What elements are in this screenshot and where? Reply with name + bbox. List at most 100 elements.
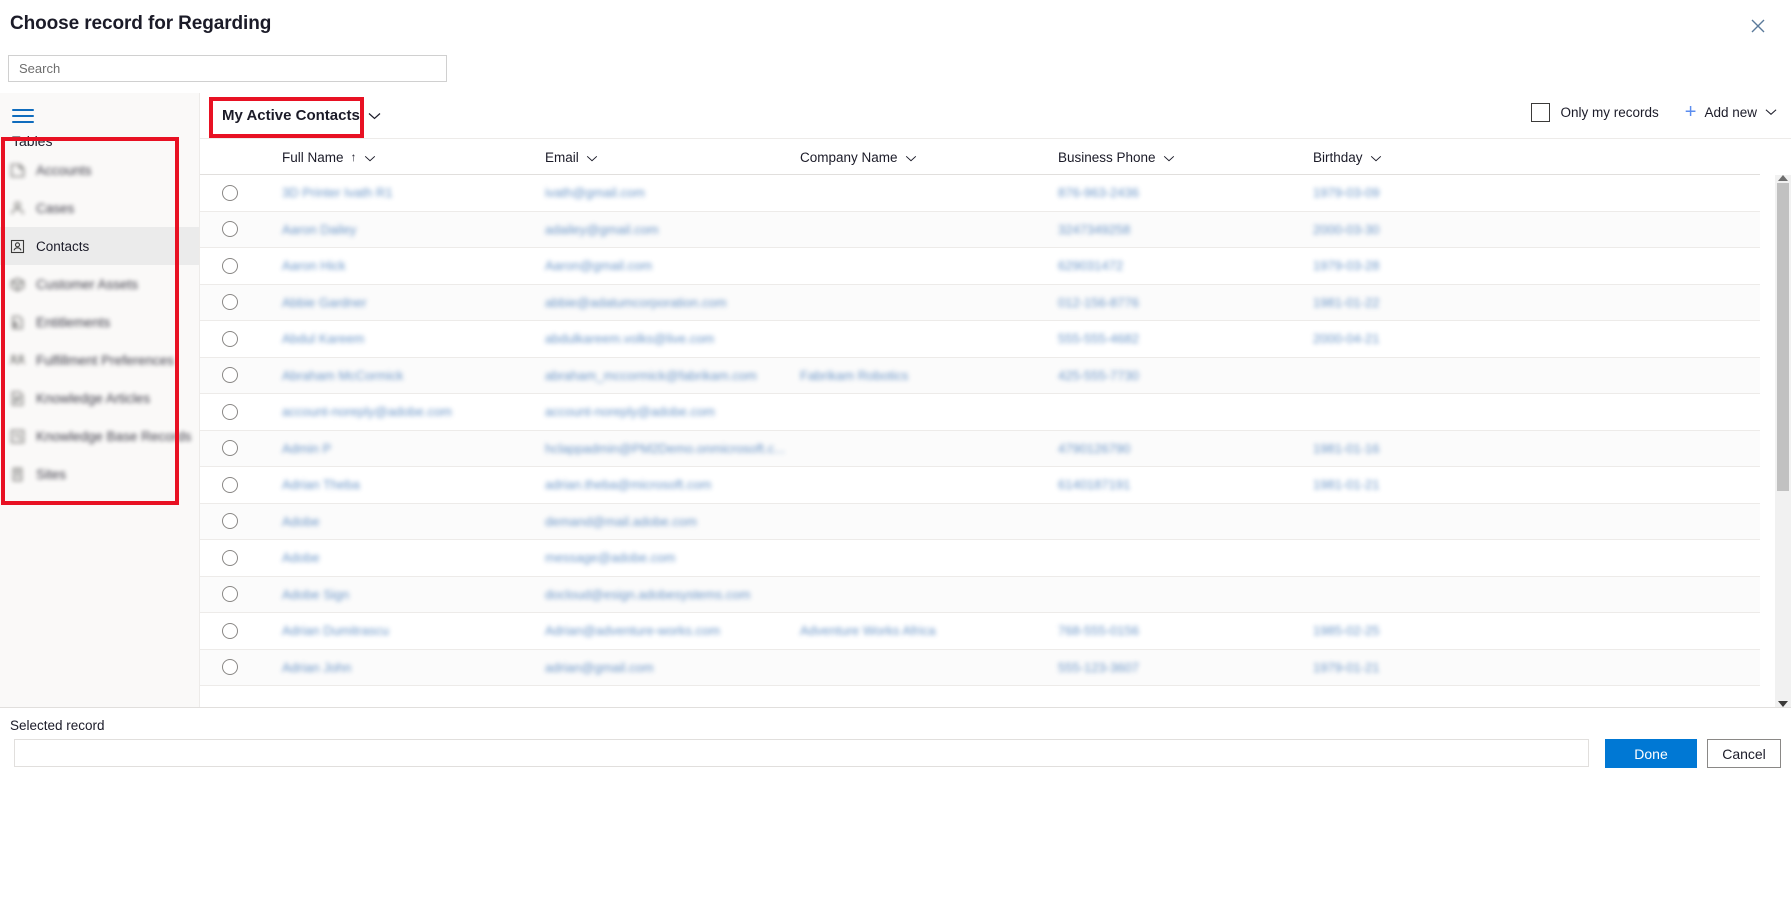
table-row[interactable]: Aaron Hick Aaron@gmail.com 629031472 1979-0… — [200, 248, 1760, 285]
cell-business-phone: 6140187191 — [1058, 477, 1131, 493]
cell-email: adailey@gmail.com — [545, 221, 659, 237]
only-my-records-checkbox[interactable] — [1531, 102, 1551, 122]
table-row[interactable]: account-noreply@adobe.com account-noreply… — [200, 394, 1760, 431]
search-input[interactable] — [9, 56, 446, 81]
row-radio[interactable] — [222, 184, 238, 201]
cell-birthday: 2000-03-30 — [1313, 221, 1380, 237]
column-header-full-name[interactable]: Full Name ↑ — [282, 139, 376, 175]
cell-email: docloud@esign.adobesystems.com — [545, 586, 751, 602]
scroll-up-arrow-icon[interactable] — [1778, 175, 1788, 181]
cell-full-name: Abbie Gardner — [282, 294, 367, 310]
cell-email: adrian.theba@microsoft.com — [545, 477, 712, 493]
sidebar-item-label: Sites — [36, 466, 67, 482]
table-row[interactable]: 3D Printer Ivath R1 ivath@gmail.com 876-96… — [200, 175, 1760, 212]
sidebar-item-cases[interactable]: Cases — [0, 189, 199, 227]
entitlement-icon — [8, 313, 26, 331]
row-radio[interactable] — [222, 440, 238, 457]
table-row[interactable]: Abraham McCormick abraham_mccormick@fabri… — [200, 357, 1760, 394]
table-row[interactable]: Abbie Gardner abbie@adatumcorporation.com… — [200, 284, 1760, 321]
only-my-records-label: Only my records — [1560, 104, 1659, 120]
sidebar-item-label: Knowledge Base Records — [36, 428, 192, 444]
table-row[interactable]: Adrian John adrian@gmail.com 555-123-3607 1… — [200, 649, 1760, 686]
cell-birthday: 1981-01-22 — [1313, 294, 1380, 310]
only-my-records-toggle[interactable]: Only my records — [1531, 102, 1659, 122]
sidebar-item-customer-assets[interactable]: Customer Assets — [0, 265, 199, 303]
table-row[interactable]: Adobe Sign docloud@esign.adobesystems.com — [200, 576, 1760, 613]
cell-business-phone: 629031472 — [1058, 258, 1124, 274]
sidebar-item-contacts[interactable]: Contacts — [0, 227, 199, 265]
row-radio[interactable] — [222, 513, 238, 530]
column-header-email[interactable]: Email — [545, 139, 598, 175]
row-radio[interactable] — [222, 257, 238, 274]
sidebar-item-fulfillment-preferences[interactable]: Fulfillment Preferences — [0, 341, 199, 379]
row-radio[interactable] — [222, 659, 238, 676]
cell-full-name: Adobe Sign — [282, 586, 350, 602]
sidebar-item-label: Cases — [36, 200, 75, 216]
column-header-label: Business Phone — [1058, 149, 1156, 165]
cell-full-name: Adrian Theba — [282, 477, 360, 493]
add-new-button[interactable]: + Add new — [1685, 102, 1777, 122]
row-radio[interactable] — [222, 622, 238, 639]
cell-email: adrian@gmail.com — [545, 659, 654, 675]
row-radio[interactable] — [222, 294, 238, 311]
sort-asc-arrow-icon: ↑ — [350, 150, 357, 164]
row-radio[interactable] — [222, 221, 238, 238]
cell-business-phone: 555-123-3607 — [1058, 659, 1139, 675]
table-row[interactable]: Adrian Theba adrian.theba@microsoft.com 61… — [200, 467, 1760, 504]
cell-birthday: 1979-03-09 — [1313, 185, 1380, 201]
cell-email: abdulkareem.volks@live.com — [545, 331, 715, 347]
view-selector[interactable]: My Active Contacts — [214, 100, 389, 130]
selected-record-label: Selected record — [10, 718, 105, 733]
sidebar-item-label: Accounts — [36, 162, 92, 178]
selected-record-field[interactable] — [14, 739, 1589, 767]
cell-full-name: Adrian Dumitrascu — [282, 623, 389, 639]
cell-business-phone: 876-963-2436 — [1058, 185, 1139, 201]
column-header-label: Full Name — [282, 149, 344, 165]
row-radio[interactable] — [222, 330, 238, 347]
close-icon[interactable] — [1741, 10, 1775, 42]
sidebar-item-label: Fulfillment Preferences — [36, 352, 175, 368]
sidebar-item-label: Knowledge Articles — [36, 390, 151, 406]
vertical-scrollbar[interactable] — [1775, 175, 1791, 707]
search-box[interactable] — [8, 55, 447, 82]
cell-birthday: 1985-02-25 — [1313, 623, 1380, 639]
column-header-label: Company Name — [800, 149, 898, 165]
sidebar-item-knowledge-articles[interactable]: Knowledge Articles — [0, 379, 199, 417]
selected-record-input[interactable] — [15, 740, 1588, 766]
contact-icon — [8, 237, 26, 255]
table-row[interactable]: Adobe demand@mail.adobe.com — [200, 503, 1760, 540]
grid-body: 3D Printer Ivath R1 ivath@gmail.com 876-96… — [200, 175, 1760, 686]
scrollbar-thumb[interactable] — [1777, 183, 1789, 491]
cell-birthday: 1979-01-21 — [1313, 659, 1380, 675]
sidebar-list: Accounts Cases Contacts Customer Assets … — [0, 151, 199, 493]
row-radio[interactable] — [222, 549, 238, 566]
hamburger-icon[interactable] — [8, 103, 38, 129]
chevron-down-icon — [905, 150, 917, 165]
cell-email: message@adobe.com — [545, 550, 676, 566]
cell-birthday: 1979-03-28 — [1313, 258, 1380, 274]
table-row[interactable]: Adrian Dumitrascu Adrian@adventure-works.… — [200, 613, 1760, 650]
sidebar-item-accounts[interactable]: Accounts — [0, 151, 199, 189]
column-header-label: Email — [545, 149, 579, 165]
sidebar-item-sites[interactable]: Sites — [0, 455, 199, 493]
sidebar-item-knowledge-base-records[interactable]: Knowledge Base Records — [0, 417, 199, 455]
column-header-business-phone[interactable]: Business Phone — [1058, 139, 1175, 175]
sidebar-item-entitlements[interactable]: Entitlements — [0, 303, 199, 341]
column-header-birthday[interactable]: Birthday — [1313, 139, 1382, 175]
row-radio[interactable] — [222, 586, 238, 603]
done-button[interactable]: Done — [1605, 739, 1697, 768]
cell-birthday: 1981-01-21 — [1313, 477, 1380, 493]
cancel-button[interactable]: Cancel — [1707, 739, 1781, 768]
table-row[interactable]: Aaron Dailey adailey@gmail.com 3247349258 2… — [200, 211, 1760, 248]
column-header-company-name[interactable]: Company Name — [800, 139, 917, 175]
table-row[interactable]: Admin P hclappadmin@PM2Demo.onmicrosoft.c… — [200, 430, 1760, 467]
row-radio[interactable] — [222, 403, 238, 420]
row-radio[interactable] — [222, 476, 238, 493]
chevron-down-icon — [1370, 150, 1382, 165]
article-icon — [8, 389, 26, 407]
table-row[interactable]: Adobe message@adobe.com — [200, 540, 1760, 577]
cell-email: hclappadmin@PM2Demo.onmicrosoft.c... — [545, 440, 786, 456]
view-selector-label: My Active Contacts — [222, 106, 360, 124]
table-row[interactable]: Abdul Kareem abdulkareem.volks@live.com 55… — [200, 321, 1760, 358]
row-radio[interactable] — [222, 367, 238, 384]
